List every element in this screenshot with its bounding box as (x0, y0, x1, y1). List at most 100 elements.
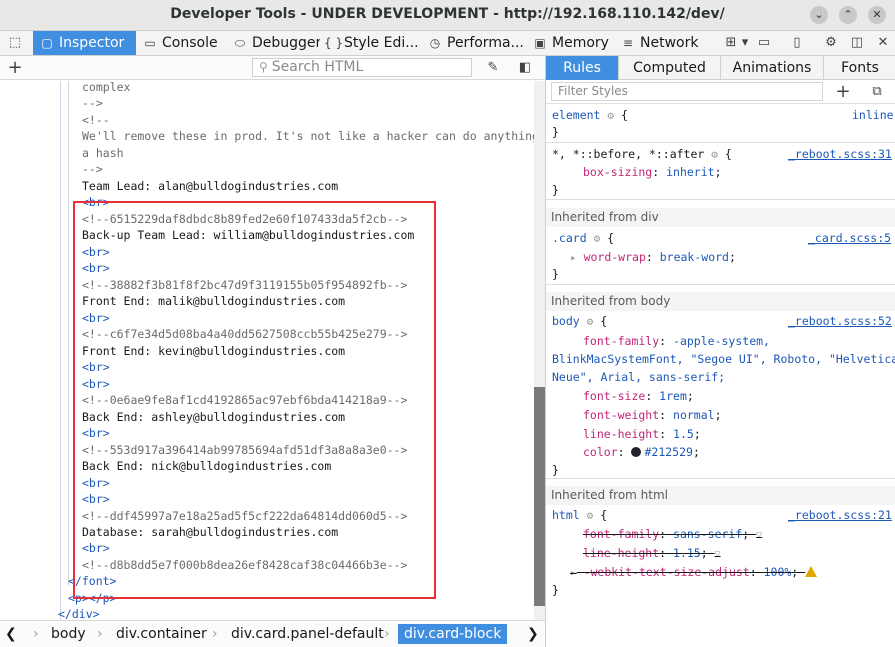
element-picker-icon[interactable]: ⬚ (4, 31, 26, 55)
search-html-input[interactable]: ⚲ Search HTML (252, 58, 472, 77)
close-brace: } (552, 125, 559, 139)
comment-line[interactable]: <!-- (82, 112, 110, 128)
property-name: font-weight (583, 408, 660, 422)
scrollbar-thumb[interactable] (534, 387, 545, 606)
close-window-icon[interactable]: ✕ (868, 6, 886, 24)
breadcrumb-item-card[interactable]: div.card.panel-default (231, 626, 384, 642)
tab-computed[interactable]: Computed (619, 56, 721, 80)
filter-styles-input[interactable]: Filter Styles (551, 82, 823, 101)
property-name: -webkit-text-size-adjust (583, 565, 750, 579)
minimize-icon[interactable]: ⌄ (810, 6, 828, 24)
comment-line[interactable]: a hash (82, 145, 124, 161)
inspector-icon: ▢ (41, 36, 53, 50)
breadcrumb-item-card-block[interactable]: div.card-block (398, 624, 508, 644)
breadcrumb-separator-icon: › (33, 626, 39, 642)
rule-selector: .card ⚙ { (552, 230, 614, 247)
property-value-continued: Neue", Arial, sans-serif; (552, 370, 726, 384)
property-name: word-wrap (583, 250, 646, 264)
tab-animations[interactable]: Animations (721, 56, 824, 80)
tab-style-editor[interactable]: { }Style Edi... (324, 31, 423, 55)
comment-line[interactable]: complex (82, 81, 130, 95)
chevron-down-icon[interactable]: ▾ (738, 31, 752, 55)
tab-fonts[interactable]: Fonts (824, 56, 895, 80)
debugger-icon: ⬭ (234, 36, 246, 50)
dock-side-icon[interactable]: ◫ (846, 31, 868, 55)
tab-console[interactable]: ▭ Console (142, 31, 230, 55)
breadcrumb-item-body[interactable]: body (51, 626, 86, 642)
comment-line[interactable]: --> (82, 161, 103, 177)
property-value-continued: BlinkMacSystemFont, "Segoe UI", Roboto, … (552, 352, 895, 366)
rule-source[interactable]: _reboot.scss:21 (788, 507, 892, 523)
gear-icon[interactable]: ⚙ (820, 31, 842, 55)
div-close-tag[interactable]: </div> (58, 606, 100, 620)
tab-memory[interactable]: ▣ Memory (532, 31, 612, 55)
breadcrumb-item-container[interactable]: div.container (116, 626, 207, 642)
breadcrumb-scroll-right-icon[interactable]: ❯ (527, 626, 539, 642)
tab-inspector[interactable]: ▢ Inspector (33, 31, 136, 55)
close-brace: } (552, 583, 559, 597)
filter-icon[interactable]: ▽ (756, 530, 762, 541)
comment-line[interactable]: --> (82, 95, 103, 111)
toggle-sidebar-icon[interactable]: ◧ (514, 56, 536, 80)
tab-label: Memory (552, 35, 609, 51)
tab-label: Debugger (252, 35, 320, 51)
declaration[interactable]: line-height: 1.5; (583, 426, 701, 442)
expand-icon[interactable]: ▸ (570, 251, 577, 264)
add-node-icon[interactable]: + (4, 56, 26, 80)
toggle-pseudo-classes-icon[interactable]: ⧉ (866, 80, 888, 104)
tab-network[interactable]: ≡ Network (620, 31, 706, 55)
declaration[interactable]: font-weight: normal; (583, 407, 722, 423)
inspector-subbar: + ⚲ Search HTML ✎ ◧ (0, 56, 545, 80)
declaration[interactable]: font-family: -apple-system, (583, 333, 770, 349)
eyedropper-icon[interactable]: ✎ (482, 56, 504, 80)
color-swatch[interactable] (631, 447, 642, 457)
close-brace: } (552, 183, 559, 197)
close-devtools-icon[interactable]: ✕ (872, 31, 894, 55)
rule-source[interactable]: inline (852, 107, 894, 123)
rule-source[interactable]: _reboot.scss:52 (788, 313, 892, 329)
gear-icon[interactable]: ⚙ (594, 232, 601, 245)
expand-icon[interactable]: ▸ (570, 566, 577, 579)
property-value: inherit (666, 165, 715, 179)
text-node[interactable]: Team Lead: alan@bulldogindustries.com (82, 178, 338, 194)
gear-icon[interactable]: ⚙ (587, 315, 594, 328)
tab-rules[interactable]: Rules (546, 56, 619, 80)
inherited-header: Inherited from html (546, 486, 895, 505)
split-console-icon[interactable]: ▭ (753, 31, 775, 55)
rule-source[interactable]: _card.scss:5 (808, 230, 891, 246)
markup-view: complex --> <!-- We'll remove these in p… (0, 81, 534, 620)
rule-source[interactable]: _reboot.scss:31 (788, 146, 892, 162)
gear-icon[interactable]: ⚙ (607, 109, 614, 122)
rule-divider (546, 199, 895, 200)
breadcrumb-scroll-left-icon[interactable]: ❮ (5, 626, 17, 642)
overridden-declaration[interactable]: ▸ -webkit-text-size-adjust: 100%; (570, 564, 818, 581)
devtools-toolbar: ⬚ ▢ Inspector ▭ Console ⬭ Debugger { }Style… (0, 31, 895, 56)
responsive-design-icon[interactable]: ▯ (786, 31, 808, 55)
declaration[interactable]: box-sizing: inherit; (583, 164, 722, 180)
markup-scrollbar[interactable] (534, 81, 545, 620)
tab-debugger[interactable]: ⬭ Debugger (232, 31, 320, 55)
comment-line[interactable]: We'll remove these in prod. It's not lik… (82, 128, 534, 144)
selector-text: body (552, 314, 580, 328)
declaration[interactable]: font-size: 1rem; (583, 388, 694, 404)
maximize-icon[interactable]: ⌃ (839, 6, 857, 24)
markup-pane: + ⚲ Search HTML ✎ ◧ complex --> <!-- We'l… (0, 56, 545, 620)
tab-performance[interactable]: ◷ Performa... (427, 31, 526, 55)
gear-icon[interactable]: ⚙ (587, 509, 594, 522)
breadcrumb-separator-icon: › (212, 626, 218, 642)
declaration[interactable]: color: #212529; (583, 444, 700, 460)
gear-icon[interactable]: ⚙ (711, 148, 718, 161)
overridden-declaration[interactable]: font-family: sans-serif; ▽ (583, 526, 762, 544)
declaration[interactable]: ▸ word-wrap: break-word; (570, 249, 736, 266)
filter-icon[interactable]: ▽ (715, 549, 721, 560)
selector-text: .card (552, 231, 587, 245)
indent-guide (60, 81, 61, 620)
add-rule-icon[interactable]: + (832, 80, 854, 104)
inherited-header: Inherited from div (546, 208, 895, 227)
overridden-declaration[interactable]: line-height: 1.15; ▽ (583, 545, 721, 563)
property-value: normal (673, 408, 715, 422)
search-icon: ⚲ (259, 60, 268, 74)
property-value: -apple-system, (673, 334, 770, 348)
performance-icon: ◷ (429, 36, 441, 50)
rule-divider (546, 284, 895, 285)
